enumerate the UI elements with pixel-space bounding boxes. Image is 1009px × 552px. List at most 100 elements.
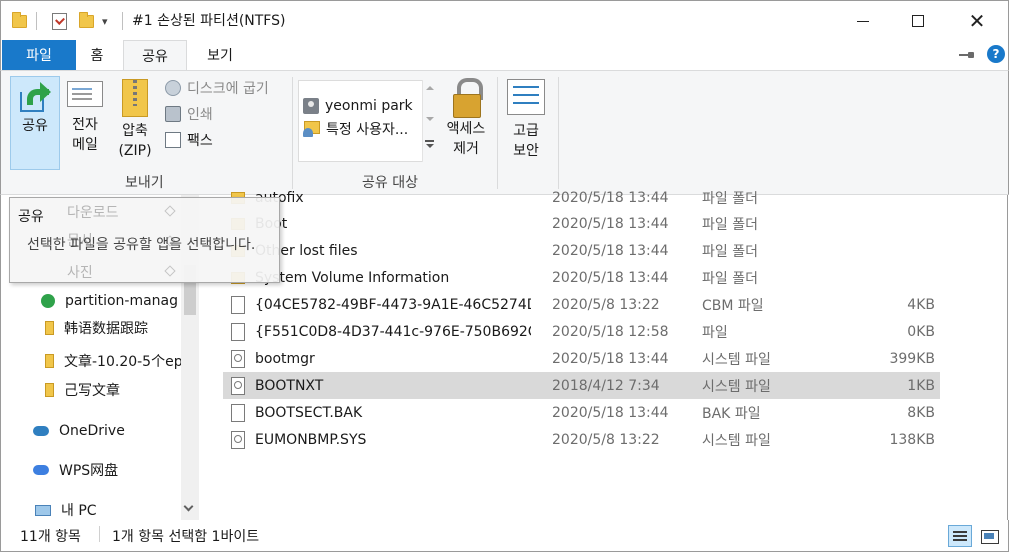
- share-with-item[interactable]: 특정 사용자...: [303, 118, 408, 140]
- scroll-down-icon[interactable]: [426, 117, 434, 121]
- ghost-nav-item: 다운로드: [67, 205, 119, 221]
- email-button[interactable]: 전자 메일: [65, 81, 105, 155]
- advanced-label-1: 고급: [513, 123, 539, 139]
- file-type: 시스템 파일: [702, 351, 771, 368]
- file-date: 2020/5/18 13:44: [552, 189, 669, 206]
- scroll-up-icon[interactable]: [426, 86, 434, 90]
- help-icon[interactable]: ?: [987, 45, 1005, 63]
- minimize-button[interactable]: [839, 1, 887, 41]
- advanced-security-button[interactable]: 고급 보안: [503, 79, 549, 161]
- partition-app-icon: [41, 294, 55, 308]
- file-row[interactable]: Boot 2020/5/18 13:44 파일 폴더: [223, 210, 940, 237]
- nav-item-label: 己写文章: [64, 383, 120, 399]
- expand-list-icon[interactable]: [425, 140, 434, 148]
- folder-icon: [45, 321, 54, 335]
- new-folder-icon[interactable]: [79, 10, 94, 32]
- nav-item-label: 내 PC: [61, 503, 97, 519]
- share-button[interactable]: 공유: [10, 76, 60, 170]
- lock-icon: [452, 77, 483, 118]
- quick-access-dropdown-icon[interactable]: ▾: [102, 10, 108, 32]
- file-size: 138KB: [889, 431, 935, 448]
- printer-icon: [165, 106, 181, 122]
- share-with-label: 특정 사용자...: [326, 122, 409, 138]
- zip-button[interactable]: 압축 (ZIP): [113, 79, 157, 161]
- system-file-icon: [231, 430, 245, 449]
- file-row[interactable]: {04CE5782-49BF-4473-9A1E-46C5274DA... 20…: [223, 291, 940, 318]
- nav-item[interactable]: partition-manag: [41, 288, 178, 314]
- file-row[interactable]: {F551C0D8-4D37-441c-976E-750B692CD... 20…: [223, 318, 940, 345]
- file-size: [853, 237, 935, 264]
- file-icon: [231, 403, 245, 422]
- file-row[interactable]: autofix 2020/5/18 13:44 파일 폴더: [223, 184, 940, 211]
- divider: [99, 526, 100, 542]
- file-size: 8KB: [907, 404, 935, 421]
- file-list: autofix 2020/5/18 13:44 파일 폴더 Boot 2020/…: [200, 190, 1008, 520]
- file-date: 2020/5/18 13:44: [552, 215, 669, 232]
- file-name: {04CE5782-49BF-4473-9A1E-46C5274DA...: [255, 296, 531, 313]
- share-icon: [17, 80, 53, 114]
- file-size: 4KB: [907, 296, 935, 313]
- folder-icon: [45, 383, 54, 397]
- file-row[interactable]: System Volume Information 2020/5/18 13:4…: [223, 264, 940, 291]
- ribbon-tabs: 파일 홈 공유 보기 ?: [0, 40, 1009, 71]
- nav-item[interactable]: OneDrive: [33, 418, 125, 444]
- nav-item[interactable]: 文章-10.20-5个ep: [45, 348, 183, 374]
- share-with-list[interactable]: yeonmi park 특정 사용자...: [298, 80, 434, 162]
- divider: [558, 77, 559, 189]
- file-size: [853, 264, 935, 291]
- file-type: 파일 폴더: [702, 243, 758, 260]
- file-name: System Volume Information: [255, 269, 450, 286]
- nav-item[interactable]: WPS网盘: [33, 457, 118, 483]
- share-list-scrollbar[interactable]: [422, 80, 435, 162]
- burn-label: 디스크에 굽기: [187, 81, 269, 97]
- file-name: {F551C0D8-4D37-441c-976E-750B692CD...: [255, 323, 531, 340]
- nav-item[interactable]: 韩语数据跟踪: [45, 315, 148, 341]
- burn-disc-button[interactable]: 디스크에 굽기: [165, 77, 269, 99]
- share-with-item[interactable]: yeonmi park: [303, 95, 413, 117]
- file-date: 2020/5/18 12:58: [552, 323, 669, 340]
- share-with-label: yeonmi park: [325, 98, 413, 114]
- close-button[interactable]: ✕: [953, 1, 1001, 41]
- nav-item-label: 文章-10.20-5个ep: [64, 354, 183, 370]
- share-tooltip: 다운로드 문서 사진 공유 선택한 파일을 공유할 앱을 선택합니다.: [9, 197, 280, 283]
- properties-icon[interactable]: [52, 10, 67, 32]
- file-type: 파일 폴더: [702, 270, 758, 287]
- status-bar: 11개 항목 1개 항목 선택함 1바이트: [0, 520, 1009, 552]
- file-type: 파일 폴더: [702, 216, 758, 233]
- large-icons-view-button[interactable]: [977, 525, 1001, 547]
- maximize-button[interactable]: [894, 1, 942, 41]
- pin-icon: [164, 265, 176, 277]
- print-label: 인쇄: [187, 107, 213, 123]
- print-button[interactable]: 인쇄: [165, 103, 213, 125]
- remove-access-button[interactable]: 액세스 제거: [442, 77, 490, 159]
- tab-file[interactable]: 파일: [2, 40, 76, 70]
- file-row[interactable]: Other lost files 2020/5/18 13:44 파일 폴더: [223, 237, 940, 264]
- email-icon: [67, 81, 103, 107]
- file-name: EUMONBMP.SYS: [255, 431, 367, 448]
- file-type: 파일 폴더: [702, 190, 758, 207]
- pin-icon: [164, 205, 176, 217]
- file-row[interactable]: bootmgr 2020/5/18 13:44 시스템 파일 399KB: [223, 345, 940, 372]
- pin-ribbon-icon[interactable]: [959, 52, 977, 58]
- file-row[interactable]: BOOTSECT.BAK 2020/5/18 13:44 BAK 파일 8KB: [223, 399, 940, 426]
- wps-cloud-icon: [33, 465, 49, 475]
- file-row-selected[interactable]: BOOTNXT 2018/4/12 7:34 시스템 파일 1KB: [223, 372, 940, 399]
- file-row[interactable]: EUMONBMP.SYS 2020/5/8 13:22 시스템 파일 138KB: [223, 426, 940, 453]
- tab-view[interactable]: 보기: [191, 40, 249, 70]
- title-bar: ▾ #1 손상된 파티션(NTFS) ✕: [0, 0, 1009, 40]
- selection-info: 1개 항목 선택함 1바이트: [112, 529, 260, 545]
- fax-label: 팩스: [187, 133, 213, 149]
- scroll-down-icon[interactable]: [183, 501, 194, 512]
- ghost-nav-item: 사진: [67, 265, 93, 281]
- fax-button[interactable]: 팩스: [165, 129, 213, 151]
- details-view-button[interactable]: [948, 525, 972, 547]
- file-type: 파일: [702, 324, 728, 341]
- nav-item-label: partition-manag: [65, 293, 179, 309]
- file-name: BOOTNXT: [255, 377, 324, 394]
- file-date: 2020/5/18 13:44: [552, 350, 669, 367]
- tooltip-body: 선택한 파일을 공유할 앱을 선택합니다.: [27, 237, 256, 253]
- tab-share[interactable]: 공유: [123, 40, 187, 71]
- tab-home[interactable]: 홈: [76, 40, 118, 70]
- file-date: 2020/5/8 13:22: [552, 296, 660, 313]
- nav-item[interactable]: 己写文章: [45, 377, 120, 403]
